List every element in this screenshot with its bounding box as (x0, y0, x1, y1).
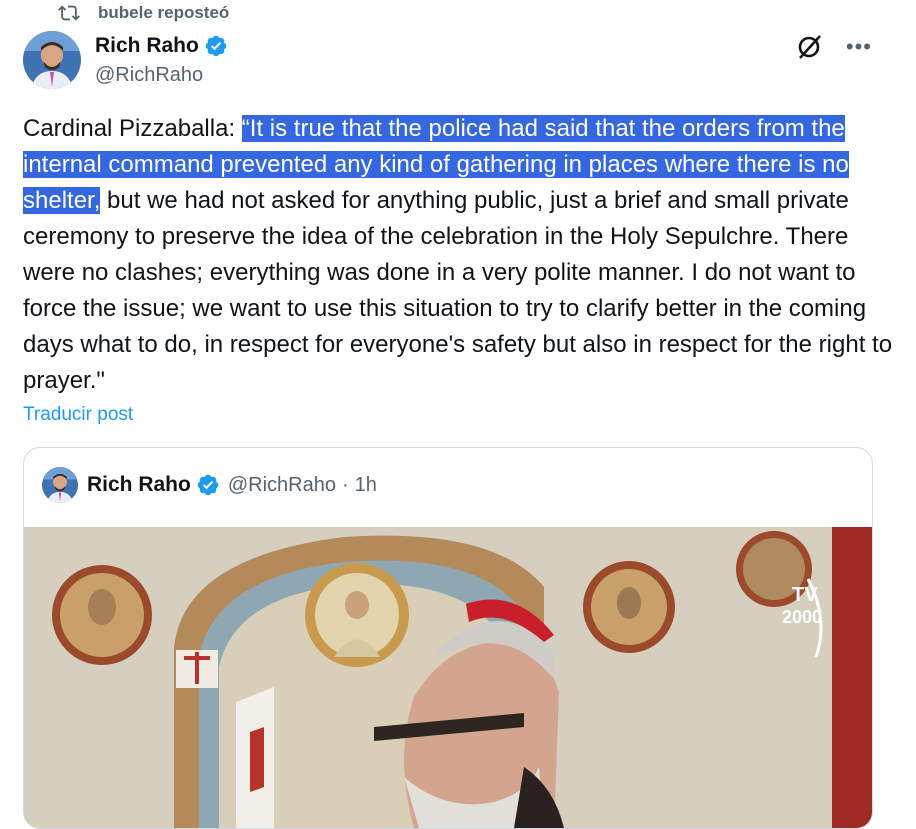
quoted-post-time[interactable]: 1h (355, 474, 377, 497)
quoted-post-header: Rich Raho @RichRaho · 1h (42, 467, 377, 503)
repost-label: bubele reposteó (98, 3, 230, 22)
author-name[interactable]: Rich Raho (95, 34, 199, 58)
channel-watermark-number: 2000 (782, 607, 822, 627)
repost-header[interactable]: bubele reposteó (58, 0, 229, 26)
tweet-text-prefix: Cardinal Pizzaballa: (23, 115, 242, 142)
repost-icon (58, 5, 80, 21)
quoted-post-video-thumbnail[interactable]: TV 2000 (24, 527, 872, 828)
author-name-row[interactable]: Rich Raho (95, 31, 228, 61)
author-handle[interactable]: @RichRaho (95, 64, 228, 87)
tweet-text-rest: but we had not asked for anything public… (23, 187, 893, 394)
verified-badge-icon (197, 474, 219, 496)
quoted-avatar[interactable] (42, 467, 78, 503)
meta-separator: · (341, 473, 349, 496)
quoted-post-card[interactable]: Rich Raho @RichRaho · 1h TV 2000 (23, 447, 873, 829)
translate-post-link[interactable]: Traducir post (23, 404, 133, 426)
grok-icon[interactable] (794, 32, 824, 62)
verified-badge-icon (205, 35, 227, 57)
quoted-author-name[interactable]: Rich Raho (87, 473, 191, 497)
channel-watermark: TV (792, 584, 818, 606)
quoted-author-handle[interactable]: @RichRaho (228, 474, 336, 497)
tweet-text: Cardinal Pizzaballa: “It is true that th… (23, 111, 893, 399)
avatar[interactable] (23, 31, 81, 89)
more-options-icon[interactable]: ••• (846, 36, 872, 58)
